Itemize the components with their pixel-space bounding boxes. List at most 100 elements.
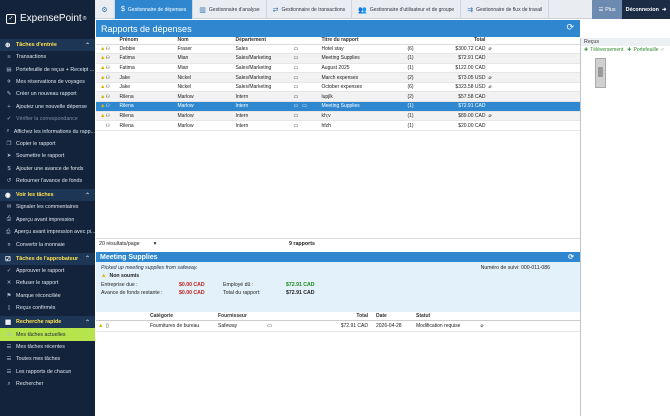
table-row[interactable]: ▲ ⚇ Fatima Mian Sales/Marketing ▭ August 2025(… xyxy=(96,63,580,74)
cell-last: Marlow xyxy=(177,91,236,103)
card-icon: ▭ xyxy=(293,122,299,129)
sidebar-item[interactable]: ⌕ Rechercher xyxy=(0,378,95,390)
cell-first: Fatima xyxy=(119,53,178,64)
sidebar-item[interactable]: $ Ajouter une avance de fonds xyxy=(0,163,95,175)
section-title: Voir les tâches xyxy=(16,192,54,199)
col-date[interactable]: Date xyxy=(376,312,416,321)
cell-count: (1) xyxy=(407,63,432,74)
more-button[interactable]: ☰ Plus xyxy=(592,0,622,19)
section-icon: ⊕ xyxy=(5,42,11,49)
cell-count: (1) xyxy=(407,111,432,122)
item-date: 2026-04-28 xyxy=(376,320,416,332)
sidebar-item[interactable]: ✓ Vérifier la correspondance xyxy=(0,113,95,125)
comment-icon: ✉ xyxy=(6,204,12,211)
cell-last: Mian xyxy=(177,63,236,74)
table-row[interactable]: ▲ ⚇ Jake Nickel Sales/Marketing ▭ October expe… xyxy=(96,82,580,93)
cell-last: Marlow xyxy=(177,101,236,112)
sidebar-item[interactable]: ⎙ Aperçu avant impression avec pi... xyxy=(0,226,95,238)
employee-due-value: $72.91 CAD xyxy=(286,282,315,288)
sidebar-item[interactable]: ☰ Mes tâches récentes xyxy=(0,341,95,353)
sidebar-section-header[interactable]: ◉ Voir les tâches ⌃ xyxy=(0,189,95,202)
sidebar-item[interactable]: ▤ Portefeuille de reçus + Receipt ... xyxy=(0,63,95,75)
refresh-icon[interactable]: ⟳ xyxy=(566,22,574,33)
sidebar-item[interactable]: ❐ Copier le rapport xyxy=(0,138,95,150)
tab-icon: ⇉ xyxy=(467,6,474,14)
sidebar-item[interactable]: ✓ Approuver le rapport xyxy=(0,265,95,277)
detail-refresh-icon[interactable]: ⟳ xyxy=(568,253,574,261)
item-row[interactable]: ▲ ▯ Fournitures de bureau Safeway ▭ $72.9… xyxy=(96,320,580,332)
tab-1[interactable]: ▥ Gestionnaire d'analyse xyxy=(193,0,267,19)
sidebar-item[interactable]: ⎙ Aperçu avant impression xyxy=(0,214,95,226)
sidebar-item[interactable]: ☰ Mes tâches actuelles xyxy=(0,328,95,341)
chevron-up-icon: ⌃ xyxy=(84,192,90,199)
sidebar-item[interactable]: ⚑ Marque réconciliée xyxy=(0,290,95,302)
sidebar-section-header[interactable]: ⊕ Tâches d'entrée ⌃ xyxy=(0,39,95,51)
cell-first: Rilena xyxy=(119,111,178,122)
col-item-total[interactable]: Total xyxy=(314,312,368,321)
sidebar-item[interactable]: ⌕ Affichez les informations du rapp... xyxy=(0,125,95,137)
check-icon[interactable]: ✓ xyxy=(661,47,665,53)
table-row[interactable]: ▲ ⚇ Rilena Marlow Intern ▭ lupjlk (2) $57.58 CAD xyxy=(96,91,580,103)
tab-label: Gestionnaire de flux de travail xyxy=(476,6,543,13)
receipt-icon: ▯ xyxy=(7,305,11,312)
sidebar-item[interactable]: ✕ Refuser le rapport xyxy=(0,277,95,289)
cell-total: $73.05 USD xyxy=(431,72,486,83)
col-category[interactable]: Catégorie xyxy=(150,312,218,321)
sidebar-item[interactable]: ↺ Retourner l'avance de fonds xyxy=(0,175,95,187)
tab-2[interactable]: ⇄ Gestionnaire de transactions xyxy=(267,0,353,19)
col-last[interactable]: Nom xyxy=(177,37,236,45)
cell-dept: Intern xyxy=(235,111,294,122)
col-status[interactable]: Statut xyxy=(416,312,580,321)
table-row[interactable]: ▲ ⚇ Jake Nickel Sales/Marketing ▭ March expens… xyxy=(96,72,580,83)
table-row[interactable]: ▲ ⚇ Rilena Marlow Intern ▭ ▭ Meeting Supplies (1… xyxy=(96,101,580,112)
col-total[interactable]: Total xyxy=(431,37,486,45)
cell-last: Nickel xyxy=(177,82,236,93)
logout-button[interactable]: Déconnexion ➜ xyxy=(622,0,670,19)
wallet-button[interactable]: Portefeuille xyxy=(633,47,658,53)
per-page-select[interactable]: 20 résultats/page ▾ xyxy=(97,240,158,248)
tab-0[interactable]: $ Gestionnaire de dépenses xyxy=(115,0,194,19)
col-dept[interactable]: Département xyxy=(235,37,294,45)
table-row[interactable]: ▲ ⚇ Rilena Marlow Intern ▭ kh;v (1) $89.00 CAD ⌀ xyxy=(96,111,580,122)
home-tab[interactable]: ⚙ xyxy=(95,0,115,19)
chevron-up-icon: ⌃ xyxy=(84,319,90,326)
cell-total: $72.91 CAD xyxy=(431,53,486,64)
sidebar-item[interactable]: ✈ Mes réservations de voyages xyxy=(0,76,95,88)
col-vendor[interactable]: Fournisseur xyxy=(218,312,314,321)
col-first[interactable]: Prénom xyxy=(119,37,178,45)
cell-last: Mian xyxy=(177,53,236,64)
sidebar-item[interactable]: ≡ Transactions xyxy=(0,51,95,63)
sidebar-section-header[interactable]: ☑ Tâches de l'approbateur ⌃ xyxy=(0,252,95,265)
table-row[interactable]: ⚇ Rilena Marlow Intern ▭ hfzh (1) $20.00 CAD xyxy=(96,120,580,131)
sidebar-item-label: Transactions xyxy=(16,54,47,61)
cell-last: Nickel xyxy=(177,72,236,83)
user-icon: ⚇ xyxy=(105,64,110,71)
receipts-toolbar: ✚ Téléversement ✚ Portefeuille ✓ xyxy=(581,46,670,54)
sidebar-item[interactable]: ▯ Reçus confirmés xyxy=(0,302,95,314)
sidebar-item[interactable]: ✎ Créer un nouveau rapport xyxy=(0,88,95,100)
sidebar-item[interactable]: ☰ Les rapports de chacun xyxy=(0,366,95,378)
item-vendor: Safeway ▭ xyxy=(218,320,314,332)
sidebar-item-label: Toutes mes tâches xyxy=(16,356,61,363)
upload-button[interactable]: Téléversement xyxy=(590,47,623,53)
table-row[interactable]: ▲ ⚇ Fatima Mian Sales/Marketing ▭ Meeting Supp… xyxy=(96,53,580,64)
tab-icon: ▥ xyxy=(199,6,206,14)
col-title[interactable]: Titre du rapport xyxy=(321,37,408,45)
receipt-thumbnail[interactable] xyxy=(595,58,606,88)
tab-4[interactable]: ⇉ Gestionnaire de flux de travail xyxy=(461,0,550,19)
item-total: $72.91 CAD xyxy=(314,320,368,332)
sidebar-item[interactable]: + Ajoutez une nouvelle dépense xyxy=(0,101,95,113)
table-row[interactable]: ▲ ⚇ Debbie Fraser Sales ▭ Hotel stay (6) $300.72… xyxy=(96,44,580,55)
financial-summary: Entreprise due : $0.00 CAD Employé dû : … xyxy=(101,282,575,296)
sidebar-item-label: Ajouter une avance de fonds xyxy=(16,165,84,172)
paperclip-icon: ⌀ xyxy=(488,45,492,52)
sidebar-section-header[interactable]: ▦ Recherche rapide ⌃ xyxy=(0,316,95,329)
report-detail: Meeting Supplies ⟳ Picked up meeting sup… xyxy=(96,252,580,416)
sidebar-section: ▦ Recherche rapide ⌃ ☰ Mes tâches actuelles ☰… xyxy=(0,316,95,390)
sidebar-item[interactable]: ✉ Signaler les commentaires xyxy=(0,201,95,213)
sidebar-item[interactable]: ¤ Convertir la monnaie xyxy=(0,238,95,250)
tab-3[interactable]: 👥 Gestionnaire d'utilisateur et de groupe xyxy=(352,0,462,19)
sidebar-item[interactable]: ☰ Toutes mes tâches xyxy=(0,353,95,365)
sidebar-item[interactable]: ➤ Soumettre le rapport xyxy=(0,150,95,162)
detail-summary: Picked up meeting supplies from safeway.… xyxy=(96,262,580,312)
